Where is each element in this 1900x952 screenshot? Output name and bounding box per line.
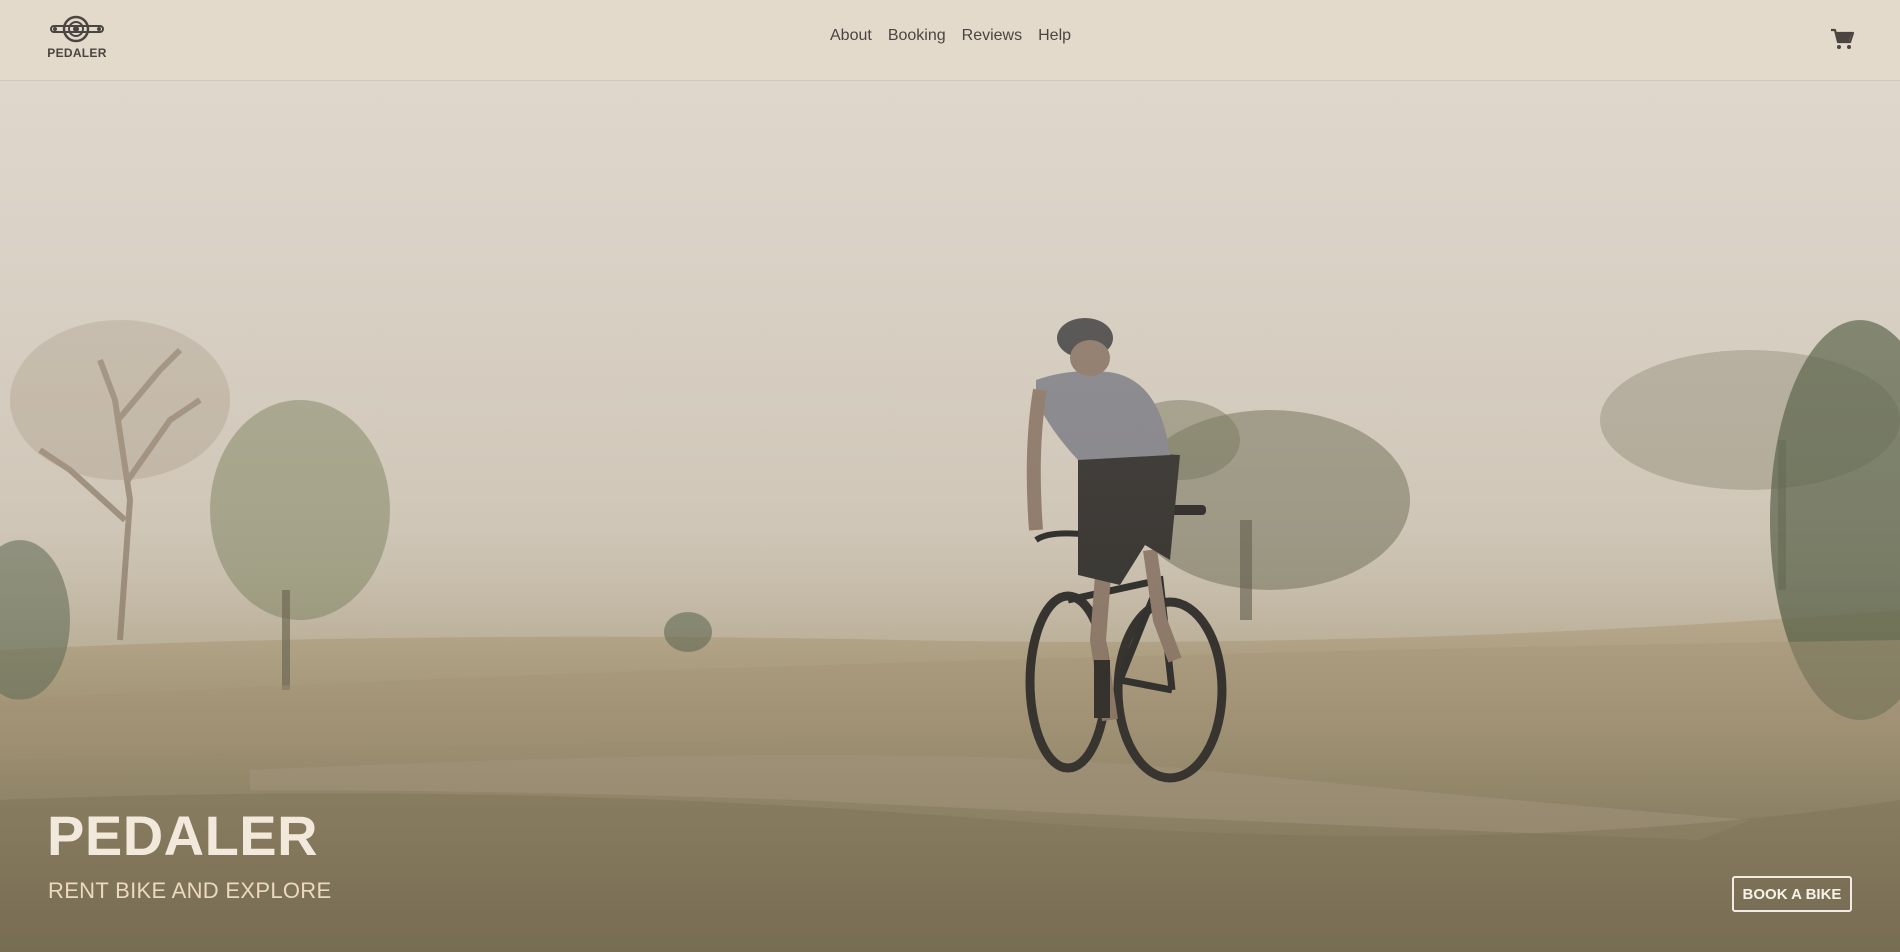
cart-icon bbox=[1831, 28, 1855, 49]
nav-link-help[interactable]: Help bbox=[1038, 27, 1071, 45]
brand-logo-text: PEDALER bbox=[47, 46, 107, 60]
nav-link-about[interactable]: About bbox=[830, 27, 872, 45]
brand-logo[interactable]: PEDALER bbox=[46, 14, 108, 66]
hero-title: PEDALER bbox=[47, 804, 319, 867]
bike-crank-logo-icon bbox=[50, 15, 104, 43]
hero-subtitle: RENT BIKE AND EXPLORE bbox=[48, 878, 332, 903]
top-navbar: PEDALER About Booking Reviews Help bbox=[0, 0, 1900, 81]
main-nav: About Booking Reviews Help bbox=[830, 27, 1087, 45]
nav-link-booking[interactable]: Booking bbox=[888, 27, 946, 45]
cart-button[interactable] bbox=[1830, 28, 1856, 50]
book-a-bike-button[interactable]: BOOK A BIKE bbox=[1732, 876, 1852, 912]
nav-link-reviews[interactable]: Reviews bbox=[962, 27, 1022, 45]
